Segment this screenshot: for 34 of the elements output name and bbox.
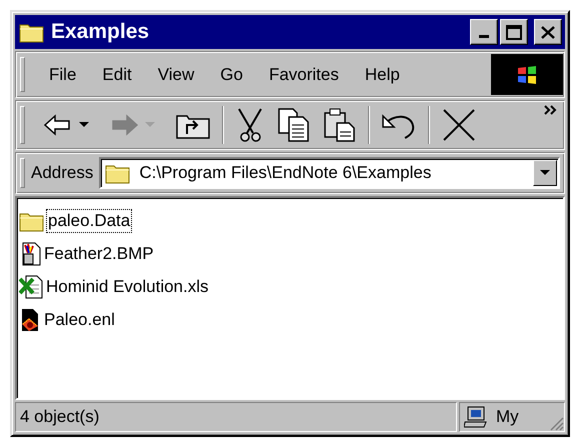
endnote-file-icon <box>19 308 41 332</box>
clipboard-icon <box>323 107 357 143</box>
computer-icon <box>464 406 488 428</box>
dropdown-caret-icon <box>540 170 550 176</box>
menu-item[interactable]: Favorites <box>258 60 349 88</box>
maximize-button[interactable] <box>500 19 528 45</box>
minimize-icon <box>479 35 489 38</box>
menu-item[interactable]: Help <box>354 60 410 88</box>
dropdown-button[interactable] <box>533 160 557 186</box>
close-button[interactable] <box>534 19 562 45</box>
file-list-entry[interactable]: Paleo.enl <box>19 303 117 336</box>
windows-logo <box>491 54 563 95</box>
spreadsheet-file-icon <box>19 274 43 298</box>
file-list-entry[interactable]: Feather2.BMP <box>19 237 156 270</box>
dropdown-caret-icon <box>79 122 89 128</box>
menu-item[interactable]: View <box>148 60 204 88</box>
address-label: Address <box>31 163 94 183</box>
address-field[interactable]: C:\Program Files\EndNote 6\Examples <box>99 157 560 189</box>
maximize-icon <box>506 24 522 40</box>
file-list-entry[interactable]: Hominid Evolution.xls <box>19 270 211 303</box>
resize-grip-icon[interactable] <box>548 415 564 431</box>
dropdown-caret-icon <box>145 122 155 128</box>
zone-text: My <box>496 407 519 427</box>
status-text: 4 object(s) <box>20 407 100 427</box>
menu-item[interactable]: File <box>39 60 86 88</box>
window-title: Examples <box>51 20 150 44</box>
minimize-button[interactable] <box>470 19 498 45</box>
menu-item[interactable]: Edit <box>92 60 142 88</box>
copy-icon <box>277 107 311 143</box>
chevron-icon <box>544 105 558 115</box>
menu-item[interactable]: Go <box>210 60 253 88</box>
back-arrow-icon <box>43 114 73 136</box>
delete-icon <box>441 107 477 143</box>
close-icon <box>541 26 555 38</box>
